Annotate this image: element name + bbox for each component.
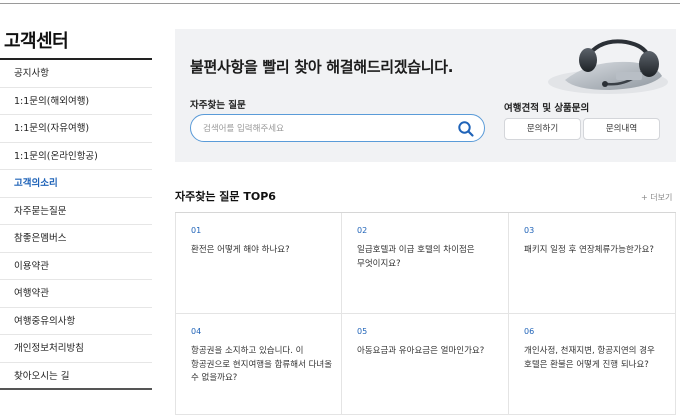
faq-question: 패키지 일정 후 연장체류가능한가요?	[524, 245, 654, 255]
faq-number: 02	[357, 226, 368, 235]
sidebar-item-inquiry-online-air[interactable]: 1:1문의(온라인항공)	[0, 143, 152, 170]
faq-section-title: 자주찾는 질문 TOP6	[175, 190, 276, 203]
faq-card[interactable]: 06 개인사정, 천재지변, 항공지연의 경우 호텔은 환불은 어떻게 진행 되…	[509, 314, 676, 415]
ask-inquiry-button[interactable]: 문의하기	[504, 118, 581, 140]
inquiry-label: 여행견적 및 상품문의	[504, 103, 590, 114]
sidebar-nav: 고객센터 공지사항 1:1문의(해외여행) 1:1문의(자유여행) 1:1문의(…	[0, 28, 152, 390]
top-divider	[0, 3, 680, 4]
faq-question: 아동요금과 유아요금은 얼마인가요?	[357, 346, 485, 356]
faq-number: 03	[524, 226, 535, 235]
sidebar-item-notice[interactable]: 공지사항	[0, 60, 152, 88]
more-link[interactable]: + 더보기	[641, 192, 672, 203]
sidebar-item-directions[interactable]: 찾아오시는 길	[0, 363, 152, 390]
sidebar-item-faq[interactable]: 자주묻는질문	[0, 198, 152, 225]
sidebar-item-members[interactable]: 참좋은멤버스	[0, 225, 152, 253]
sidebar-item-inquiry-free-travel[interactable]: 1:1문의(자유여행)	[0, 115, 152, 143]
faq-question: 일급호텔과 이급 호텔의 차이점은 무엇이지요?	[357, 245, 475, 269]
sidebar-item-privacy-policy[interactable]: 개인정보처리방침	[0, 335, 152, 363]
faq-card[interactable]: 04 항공권을 소지하고 있습니다. 이 항공권으로 현지여행을 합류해서 다녀…	[175, 314, 342, 415]
sidebar-item-inquiry-overseas[interactable]: 1:1문의(해외여행)	[0, 88, 152, 115]
inquiry-history-button[interactable]: 문의내역	[583, 118, 660, 140]
sidebar-item-travel-terms[interactable]: 여행약관	[0, 280, 152, 308]
search-icon[interactable]	[457, 120, 475, 138]
faq-search-box	[190, 114, 485, 142]
sidebar-title: 고객센터	[4, 31, 69, 52]
faq-question: 개인사정, 천재지변, 항공지연의 경우 호텔은 환불은 어떻게 진행 되나요?	[524, 346, 655, 370]
faq-number: 04	[191, 327, 202, 336]
faq-search-label: 자주찾는 질문	[190, 100, 246, 111]
faq-question: 항공권을 소지하고 있습니다. 이 항공권으로 현지여행을 합류해서 다녀올 수…	[191, 346, 333, 383]
faq-card[interactable]: 03 패키지 일정 후 연장체류가능한가요?	[509, 213, 676, 314]
faq-number: 05	[357, 327, 368, 336]
faq-card[interactable]: 05 아동요금과 유아요금은 얼마인가요?	[342, 314, 509, 415]
faq-grid: 01 환전은 어떻게 해야 하나요? 02 일급호텔과 이급 호텔의 차이점은 …	[175, 212, 676, 415]
sidebar-menu: 공지사항 1:1문의(해외여행) 1:1문의(자유여행) 1:1문의(온라인항공…	[0, 60, 152, 390]
headset-phone-image	[548, 39, 668, 94]
faq-number: 06	[524, 327, 535, 336]
support-hero-panel: 불편사항을 빨리 찾아 해결해드리겠습니다. 자주찾는 질문 여행견적 및	[175, 29, 676, 162]
faq-question: 환전은 어떻게 해야 하나요?	[191, 245, 290, 255]
faq-card[interactable]: 01 환전은 어떻게 해야 하나요?	[175, 213, 342, 314]
faq-number: 01	[191, 226, 202, 235]
faq-search-input[interactable]	[203, 120, 443, 138]
sidebar-item-terms-of-use[interactable]: 이용약관	[0, 253, 152, 280]
hero-headline: 불편사항을 빨리 찾아 해결해드리겠습니다.	[190, 58, 454, 76]
faq-card[interactable]: 02 일급호텔과 이급 호텔의 차이점은 무엇이지요?	[342, 213, 509, 314]
sidebar-item-customer-voice[interactable]: 고객의소리	[0, 170, 152, 198]
sidebar-item-travel-precautions[interactable]: 여행중유의사항	[0, 308, 152, 335]
